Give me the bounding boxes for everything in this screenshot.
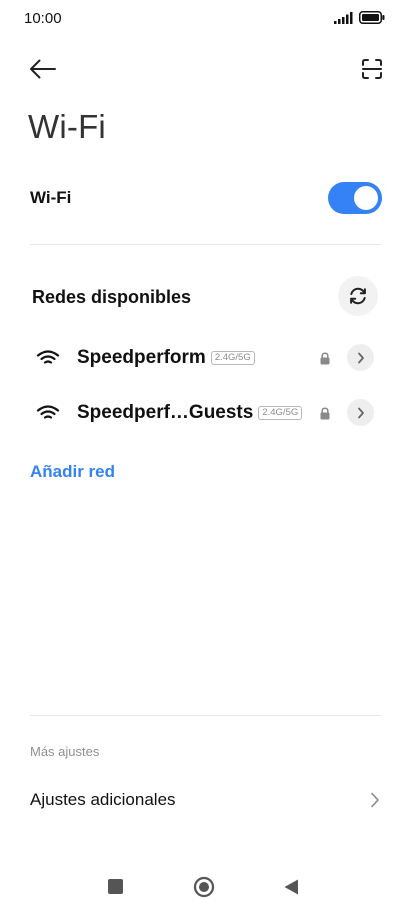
- status-time: 10:00: [24, 10, 62, 27]
- divider: [30, 244, 381, 245]
- network-details-button[interactable]: [347, 399, 374, 426]
- available-networks-title: Redes disponibles: [32, 287, 192, 307]
- network-name: Speedperform: [77, 347, 206, 368]
- wifi-toggle-label: Wi-Fi: [30, 188, 72, 207]
- network-band-badge: 2.4G/5G: [258, 406, 303, 420]
- page-title: Wi-Fi: [28, 108, 106, 145]
- signal-bars-icon: [334, 11, 353, 24]
- wifi-signal-icon: [36, 405, 60, 419]
- status-icons: [334, 11, 385, 24]
- toggle-knob: [354, 186, 378, 210]
- chevron-right-icon: [357, 352, 364, 363]
- network-details-button[interactable]: [347, 344, 374, 371]
- additional-settings-item[interactable]: Ajustes adicionales: [30, 790, 176, 810]
- network-item-speedperf-guests[interactable]: Speedperf…Guests 2.4G/5G: [36, 398, 376, 428]
- network-item-speedperform[interactable]: Speedperform 2.4G/5G: [36, 343, 376, 373]
- battery-full-icon: [359, 11, 385, 24]
- wifi-toggle[interactable]: [328, 182, 382, 214]
- lock-icon: [320, 407, 330, 420]
- arrow-left-icon: [30, 59, 56, 79]
- add-network-link[interactable]: Añadir red: [30, 462, 115, 482]
- chevron-right-icon: [357, 407, 364, 418]
- qr-scan-button[interactable]: [359, 56, 385, 82]
- wifi-signal-icon: [36, 350, 60, 364]
- qr-scan-icon: [362, 59, 382, 79]
- refresh-button[interactable]: [338, 276, 378, 316]
- network-name: Speedperf…Guests: [77, 402, 254, 423]
- nav-back-button[interactable]: [283, 878, 299, 896]
- refresh-icon: [350, 287, 366, 305]
- lock-icon: [320, 352, 330, 365]
- home-button[interactable]: [193, 876, 215, 898]
- divider: [30, 715, 381, 716]
- back-button[interactable]: [26, 54, 60, 84]
- chevron-right-icon[interactable]: [370, 792, 380, 808]
- recents-button[interactable]: [108, 879, 123, 894]
- network-band-badge: 2.4G/5G: [210, 351, 255, 365]
- more-settings-label: Más ajustes: [30, 744, 100, 759]
